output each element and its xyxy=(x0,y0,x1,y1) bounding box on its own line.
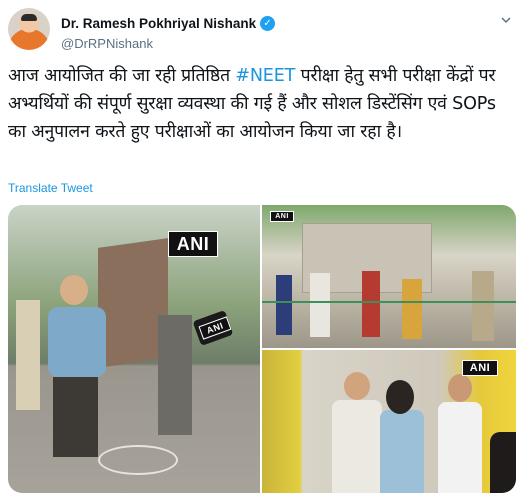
author-avatar[interactable] xyxy=(8,8,50,50)
person-shape xyxy=(438,402,482,493)
verified-badge-icon: ✓ xyxy=(260,16,276,31)
person-shape xyxy=(276,275,292,335)
tweet-media-grid: ANI ANI ANI ANI xyxy=(8,205,516,493)
media-photo-left[interactable]: ANI ANI xyxy=(8,205,260,493)
ani-watermark: ANI xyxy=(462,360,498,376)
person-legs-shape xyxy=(53,377,98,457)
person-shape xyxy=(380,410,424,493)
person-shape xyxy=(48,307,106,377)
media-photo-top-right[interactable]: ANI xyxy=(262,205,516,348)
ground-circle-shape xyxy=(98,445,178,475)
police-shape xyxy=(472,271,494,341)
tweet-text-before: आज आयोजित की जा रही प्रतिष्ठित xyxy=(8,66,236,86)
person-head-shape xyxy=(60,275,88,305)
person-shape xyxy=(310,273,330,337)
hashtag-link[interactable]: #NEET xyxy=(235,66,295,86)
tweet-text: आज आयोजित की जा रही प्रतिष्ठित #NEET परी… xyxy=(8,62,516,146)
railing-shape xyxy=(262,301,516,303)
author-display-name[interactable]: Dr. Ramesh Pokhriyal Nishank xyxy=(61,16,256,31)
author-name-line: Dr. Ramesh Pokhriyal Nishank ✓ xyxy=(61,16,276,31)
media-photo-bottom-right[interactable]: ANI xyxy=(262,350,516,493)
person-shape xyxy=(490,432,516,493)
person-shape xyxy=(362,271,380,337)
police-shape xyxy=(16,300,40,410)
person-shape xyxy=(332,400,382,493)
person-head-shape xyxy=(386,380,414,414)
translate-tweet-link[interactable]: Translate Tweet xyxy=(8,181,93,195)
tweet-header: Dr. Ramesh Pokhriyal Nishank ✓ @DrRPNish… xyxy=(8,8,516,56)
ani-watermark: ANI xyxy=(168,231,218,257)
person-head-shape xyxy=(448,374,472,402)
chevron-down-icon[interactable] xyxy=(500,14,512,26)
ani-watermark: ANI xyxy=(270,211,294,222)
cameraman-shape xyxy=(158,315,192,435)
person-head-shape xyxy=(344,372,370,400)
person-shape xyxy=(402,279,422,339)
author-handle[interactable]: @DrRPNishank xyxy=(61,36,153,51)
